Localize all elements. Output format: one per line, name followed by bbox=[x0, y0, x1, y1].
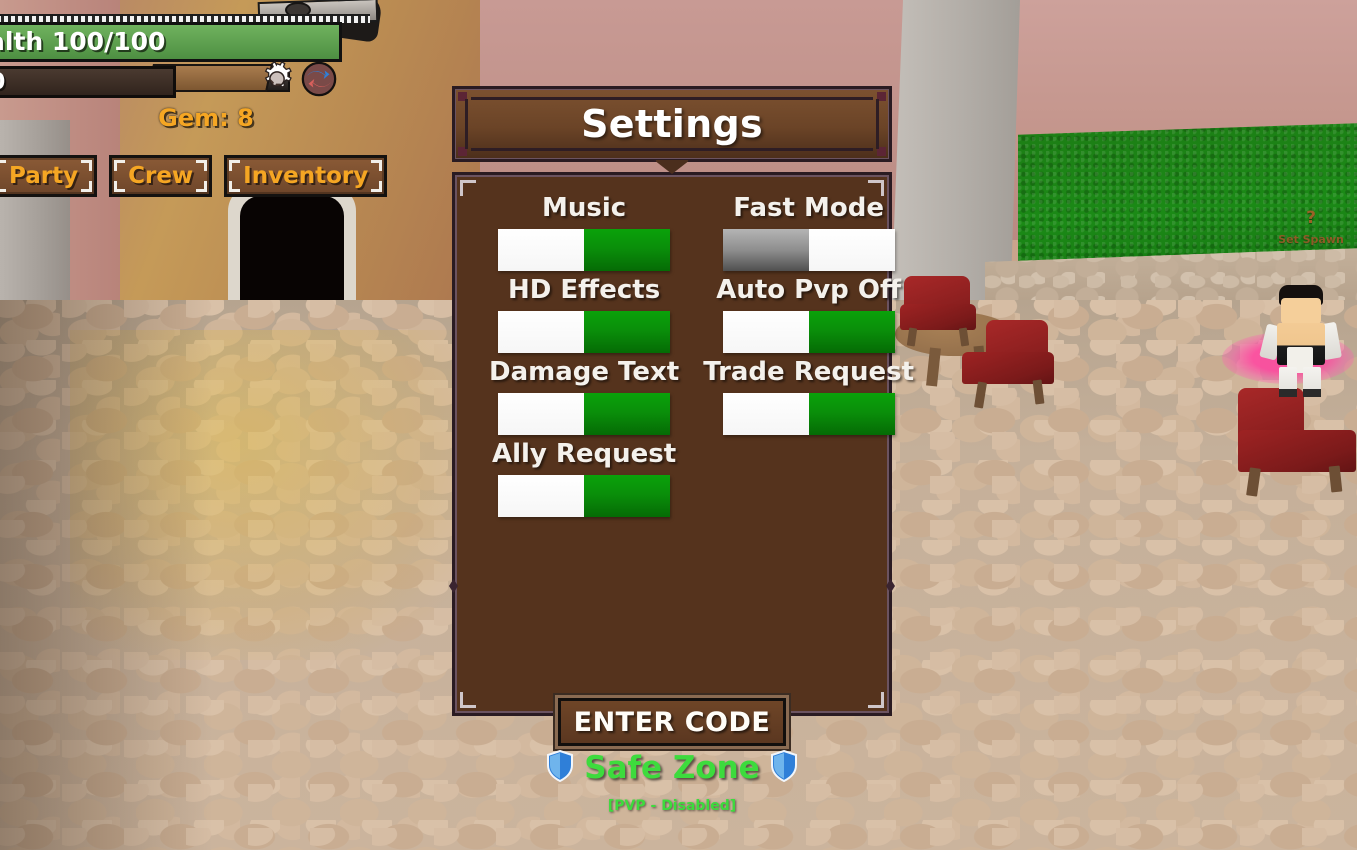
setting-fast-mode: Fast Mode bbox=[703, 193, 914, 271]
setting-damage-text: Damage Text bbox=[489, 357, 679, 435]
setting-label-ally-request: Ally Request bbox=[491, 439, 677, 469]
floor-shadow bbox=[0, 300, 250, 850]
setting-label-hd-effects: HD Effects bbox=[508, 275, 661, 305]
gear-icon[interactable] bbox=[258, 60, 296, 98]
setting-music: Music bbox=[489, 193, 679, 271]
toggle-track-white bbox=[722, 311, 809, 353]
toggle-track-white bbox=[808, 229, 895, 271]
enter-code-button[interactable]: ENTER CODE bbox=[558, 698, 786, 746]
toggle-track-white bbox=[498, 393, 585, 435]
setting-trade-request: Trade Request bbox=[703, 357, 914, 435]
toggle-damage-text[interactable] bbox=[498, 393, 671, 435]
toggle-track-white bbox=[498, 229, 585, 271]
toggle-auto-pvp-off[interactable] bbox=[722, 311, 895, 353]
toggle-state-indicator bbox=[584, 229, 671, 271]
setting-label-fast-mode: Fast Mode bbox=[733, 193, 884, 223]
spawn-nametag: ? Set Spawn bbox=[1255, 208, 1357, 247]
armchair bbox=[1238, 388, 1357, 497]
armchair bbox=[962, 320, 1062, 409]
shield-icon bbox=[546, 749, 574, 786]
toggle-state-indicator bbox=[808, 311, 895, 353]
setting-label-damage-text: Damage Text bbox=[489, 357, 680, 387]
toggle-track-white bbox=[722, 393, 809, 435]
gem-counter: Gem: 8 bbox=[158, 104, 254, 132]
settings-panel: Settings Music Fast Mode HD Effects Auto… bbox=[449, 86, 914, 716]
setting-auto-pvp-off: Auto Pvp Off bbox=[703, 275, 914, 353]
toggle-state-indicator bbox=[584, 311, 671, 353]
hud-nav-buttons: Party Crew Inventory bbox=[0, 155, 388, 197]
health-bar-label: alth 100/100 bbox=[0, 27, 166, 56]
inventory-button-label: Inventory bbox=[243, 163, 369, 189]
spawn-nametag-label: Set Spawn bbox=[1278, 233, 1344, 246]
corner-ornament bbox=[460, 692, 476, 708]
setting-ally-request: Ally Request bbox=[489, 439, 679, 517]
player-character bbox=[1255, 285, 1347, 397]
grid-spacer bbox=[703, 439, 914, 517]
toggle-state-indicator bbox=[722, 229, 809, 271]
toggle-trade-request[interactable] bbox=[722, 393, 895, 435]
toggle-track-white bbox=[498, 311, 585, 353]
secondary-bar bbox=[0, 66, 176, 98]
enter-code-label: ENTER CODE bbox=[573, 706, 771, 738]
toggle-music[interactable] bbox=[498, 229, 671, 271]
settings-panel-header: Settings bbox=[452, 86, 892, 162]
safe-zone-label: Safe Zone bbox=[584, 750, 760, 786]
party-button[interactable]: Party bbox=[0, 155, 98, 197]
page-title: Settings bbox=[581, 102, 763, 146]
setting-hd-effects: HD Effects bbox=[489, 275, 679, 353]
shield-icon bbox=[770, 749, 798, 786]
setting-label-trade-request: Trade Request bbox=[703, 357, 915, 387]
toggle-state-indicator bbox=[808, 393, 895, 435]
swap-icon[interactable] bbox=[300, 60, 338, 98]
safe-zone-status: Safe Zone bbox=[472, 749, 872, 786]
party-button-label: Party bbox=[9, 163, 79, 189]
crew-button-label: Crew bbox=[128, 163, 194, 189]
setting-label-music: Music bbox=[542, 193, 627, 223]
crew-button[interactable]: Crew bbox=[109, 155, 213, 197]
question-mark-icon: ? bbox=[1306, 208, 1316, 228]
toggle-hd-effects[interactable] bbox=[498, 311, 671, 353]
secondary-bar-label: 0 bbox=[0, 70, 5, 96]
setting-label-auto-pvp-off: Auto Pvp Off bbox=[716, 275, 902, 305]
toggle-ally-request[interactable] bbox=[498, 475, 671, 517]
toggle-track-white bbox=[498, 475, 585, 517]
toggle-state-indicator bbox=[584, 393, 671, 435]
inventory-button[interactable]: Inventory bbox=[224, 155, 388, 197]
toggle-fast-mode[interactable] bbox=[722, 229, 895, 271]
pvp-status-label: [PVP - Disabled] bbox=[607, 798, 737, 814]
settings-panel-body: Music Fast Mode HD Effects Auto Pvp Off … bbox=[449, 172, 914, 716]
corner-ornament bbox=[868, 692, 884, 708]
toggle-state-indicator bbox=[584, 475, 671, 517]
settings-options-grid: Music Fast Mode HD Effects Auto Pvp Off … bbox=[455, 175, 914, 517]
